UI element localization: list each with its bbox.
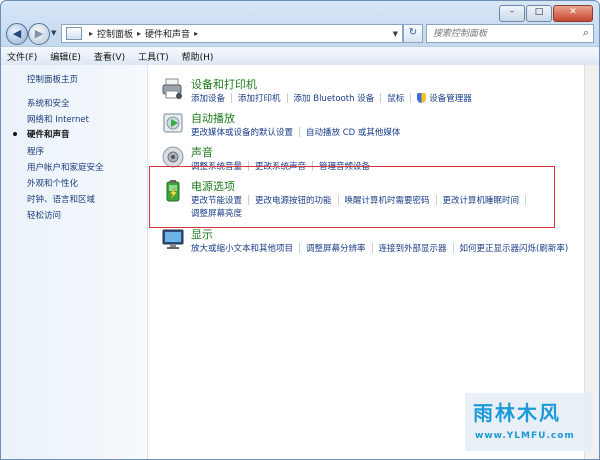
maximize-button[interactable]: □ (526, 5, 552, 22)
sidebar-item-home[interactable]: 控制面板主页 (27, 73, 78, 85)
link-divider (380, 93, 382, 103)
link-add-device[interactable]: 添加设备 (191, 92, 225, 104)
menu-file[interactable]: 文件(F) (7, 50, 37, 63)
control-panel-window: – □ ✕ ◀ ▶ ▼ ▸ 控制面板 ▸ 硬件和声音 ▸ ▼ ↻ ⌕ 文件(F)… (0, 0, 600, 460)
category-title[interactable]: 自动播放 (191, 110, 235, 126)
breadcrumb-separator-icon[interactable]: ▸ (89, 29, 93, 38)
link-change-media-defaults[interactable]: 更改媒体或设备的默认设置 (191, 126, 293, 138)
link-divider (452, 243, 454, 253)
category-title[interactable]: 显示 (191, 226, 213, 242)
link-divider (371, 243, 373, 253)
sidebar-item-user-accounts[interactable]: 用户帐户和家庭安全 (27, 161, 104, 173)
close-button[interactable]: ✕ (553, 5, 593, 22)
sidebar-item-appearance[interactable]: 外观和个性化 (27, 177, 78, 189)
forward-button[interactable]: ▶ (28, 23, 50, 45)
search-box[interactable]: ⌕ (426, 24, 594, 43)
link-external-display[interactable]: 连接到外部显示器 (379, 242, 447, 254)
breadcrumb-separator-icon[interactable]: ▸ (137, 29, 141, 38)
monitor-icon[interactable] (161, 227, 185, 251)
uac-shield-icon (417, 93, 427, 103)
search-icon[interactable]: ⌕ (583, 26, 589, 40)
control-panel-icon (66, 27, 82, 40)
category-links: 更改媒体或设备的默认设置 自动播放 CD 或其他媒体 (191, 126, 400, 138)
link-add-printer[interactable]: 添加打印机 (238, 92, 281, 104)
printer-icon[interactable] (161, 77, 185, 101)
minimize-button[interactable]: – (499, 5, 525, 22)
sidebar-item-clock-region[interactable]: 时钟、语言和区域 (27, 193, 95, 205)
breadcrumb-hardware-sound[interactable]: 硬件和声音 (145, 27, 190, 40)
menu-edit[interactable]: 编辑(E) (50, 50, 81, 63)
link-divider (299, 127, 301, 137)
window-controls: – □ ✕ (499, 5, 593, 22)
category-title[interactable]: 声音 (191, 144, 213, 160)
link-divider (231, 93, 233, 103)
watermark: 雨林木风 www.YLMFU.com (465, 393, 593, 451)
sidebar-item-network[interactable]: 网络和 Internet (27, 113, 89, 125)
history-dropdown-icon[interactable]: ▼ (51, 29, 56, 37)
sidebar-item-programs[interactable]: 程序 (27, 145, 44, 157)
address-bar[interactable]: ▸ 控制面板 ▸ 硬件和声音 ▸ ▼ (61, 24, 403, 43)
watermark-logo: 雨林木风 (473, 401, 561, 425)
link-add-bluetooth[interactable]: 添加 Bluetooth 设备 (294, 92, 375, 104)
sidebar-item-hardware-sound: 硬件和声音 (27, 130, 70, 140)
menu-tools[interactable]: 工具(T) (138, 50, 169, 63)
watermark-url: www.YLMFU.com (475, 431, 575, 441)
title-bar: – □ ✕ ◀ ▶ ▼ ▸ 控制面板 ▸ 硬件和声音 ▸ ▼ ↻ ⌕ (1, 1, 599, 45)
link-divider (410, 93, 412, 103)
menu-bar: 文件(F) 编辑(E) 查看(V) 工具(T) 帮助(H) (1, 46, 599, 66)
sidebar-item-ease-of-access[interactable]: 轻松访问 (27, 209, 61, 221)
category-links: 放大或缩小文本和其他项目 调整屏幕分辨率 连接到外部显示器 如何更正显示器闪烁(… (191, 242, 568, 254)
sidebar: 控制面板主页 系统和安全 网络和 Internet 硬件和声音 程序 用户帐户和… (1, 65, 148, 459)
link-screen-resolution[interactable]: 调整屏幕分辨率 (306, 242, 366, 254)
link-autoplay-cd[interactable]: 自动播放 CD 或其他媒体 (306, 126, 400, 138)
sidebar-item-system-security[interactable]: 系统和安全 (27, 97, 70, 109)
link-divider (286, 93, 288, 103)
link-text-size[interactable]: 放大或缩小文本和其他项目 (191, 242, 293, 254)
category-links: 添加设备 添加打印机 添加 Bluetooth 设备 鼠标 设备管理器 (191, 92, 472, 104)
menu-help[interactable]: 帮助(H) (182, 50, 214, 63)
search-input[interactable] (431, 27, 575, 40)
back-button[interactable]: ◀ (6, 23, 28, 45)
refresh-button[interactable]: ↻ (403, 24, 423, 43)
link-refresh-rate[interactable]: 如何更正显示器闪烁(刷新率) (460, 242, 569, 254)
autoplay-icon[interactable] (161, 111, 185, 135)
address-dropdown-icon[interactable]: ▼ (393, 30, 398, 38)
link-mouse[interactable]: 鼠标 (387, 92, 404, 104)
highlight-box (149, 166, 555, 228)
link-device-manager[interactable]: 设备管理器 (429, 92, 472, 104)
breadcrumb-control-panel[interactable]: 控制面板 (97, 27, 133, 40)
category-title[interactable]: 设备和打印机 (191, 76, 257, 92)
current-item-bullet-icon (13, 132, 17, 136)
breadcrumb-separator-icon[interactable]: ▸ (194, 29, 198, 38)
menu-view[interactable]: 查看(V) (94, 50, 125, 63)
link-divider (299, 243, 301, 253)
